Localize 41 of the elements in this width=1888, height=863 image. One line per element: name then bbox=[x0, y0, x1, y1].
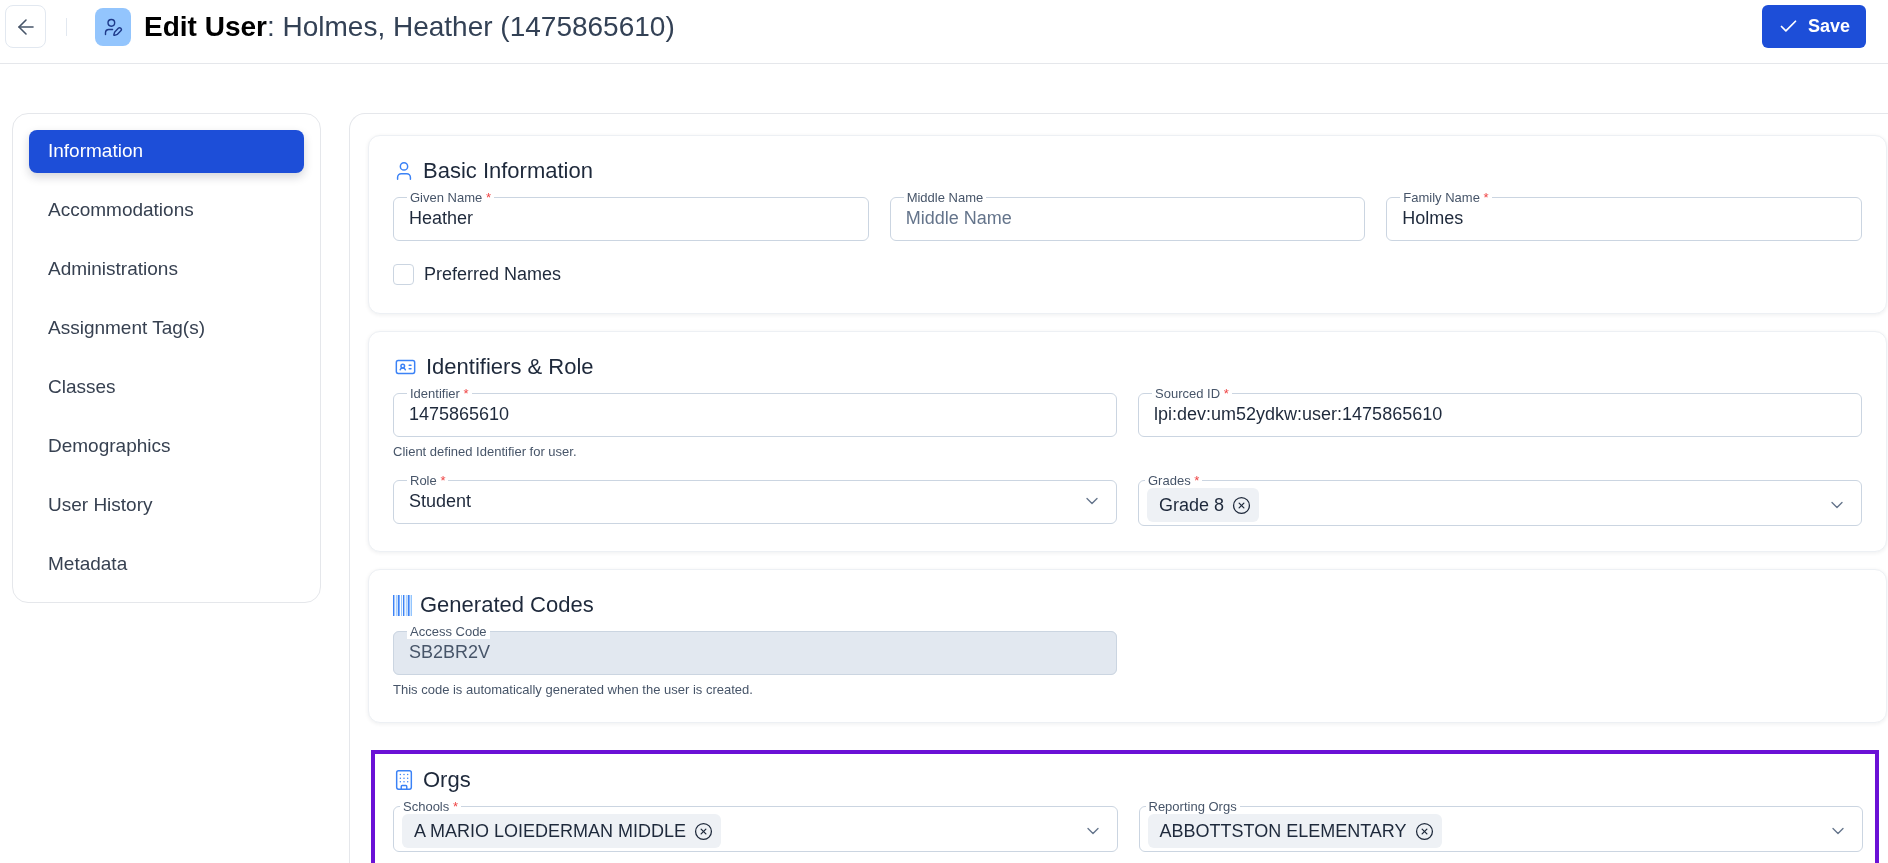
sidebar-item[interactable]: Demographics bbox=[29, 425, 304, 468]
sidebar-item[interactable]: Classes bbox=[29, 366, 304, 409]
user-edit-icon bbox=[95, 7, 131, 46]
sidebar-item[interactable]: Accommodations bbox=[29, 189, 304, 232]
field-label: Access Code bbox=[407, 624, 490, 639]
sidebar-item[interactable]: Administrations bbox=[29, 248, 304, 291]
building-icon bbox=[393, 769, 415, 791]
checkbox-label: Preferred Names bbox=[424, 263, 562, 286]
sidebar-item[interactable]: Information bbox=[29, 130, 304, 173]
remove-icon[interactable] bbox=[1414, 821, 1434, 841]
section-title: Identifiers & Role bbox=[426, 354, 594, 380]
input-field[interactable]: Family Name * Holmes bbox=[1386, 190, 1862, 241]
remove-icon[interactable] bbox=[1232, 495, 1252, 515]
helper-text: This code is automatically generated when the user is created. bbox=[393, 682, 754, 697]
multi-select-field[interactable]: Schools * A MARIO LOIEDERMAN MIDDLE bbox=[393, 799, 1118, 852]
multi-select-field[interactable]: Grades * Grade 8 bbox=[1138, 473, 1862, 526]
save-button[interactable]: Save bbox=[1761, 5, 1866, 48]
helper-text: Client defined Identifier for user. bbox=[393, 444, 578, 459]
sidebar-item[interactable]: Assignment Tag(s) bbox=[29, 307, 304, 350]
field-label: Sourced ID * bbox=[1152, 386, 1232, 401]
multi-select-field[interactable]: Reporting Orgs ABBOTTSTON ELEMENTARY bbox=[1138, 799, 1863, 852]
chip-label: A MARIO LOIEDERMAN MIDDLE bbox=[414, 819, 687, 843]
field-label: Schools * bbox=[400, 799, 461, 814]
field-label: Given Name * bbox=[407, 190, 494, 205]
chip-label: Grade 8 bbox=[1159, 493, 1225, 517]
sidebar-item[interactable]: User History bbox=[29, 484, 304, 527]
checkbox[interactable] bbox=[393, 264, 414, 285]
remove-icon[interactable] bbox=[694, 821, 714, 841]
sidebar-item[interactable]: Metadata bbox=[29, 543, 304, 586]
select-field[interactable]: Role * Student bbox=[393, 473, 1117, 524]
back-button[interactable] bbox=[5, 5, 46, 48]
barcode-icon bbox=[393, 594, 412, 616]
section-title: Orgs bbox=[423, 767, 471, 793]
page-title: Edit User: Holmes, Heather (1475865610) bbox=[144, 9, 675, 44]
input-field[interactable]: Identifier * 1475865610 bbox=[393, 386, 1117, 437]
input-field[interactable]: Given Name * Heather bbox=[393, 190, 869, 241]
input-field[interactable]: Middle Name Middle Name bbox=[889, 190, 1366, 241]
section-title: Generated Codes bbox=[420, 592, 594, 618]
input-field[interactable]: Sourced ID * lpi:dev:um52ydkw:user:1475865610 bbox=[1138, 386, 1862, 437]
chip-label: ABBOTTSTON ELEMENTARY bbox=[1159, 819, 1407, 843]
section-title: Basic Information bbox=[423, 158, 593, 184]
